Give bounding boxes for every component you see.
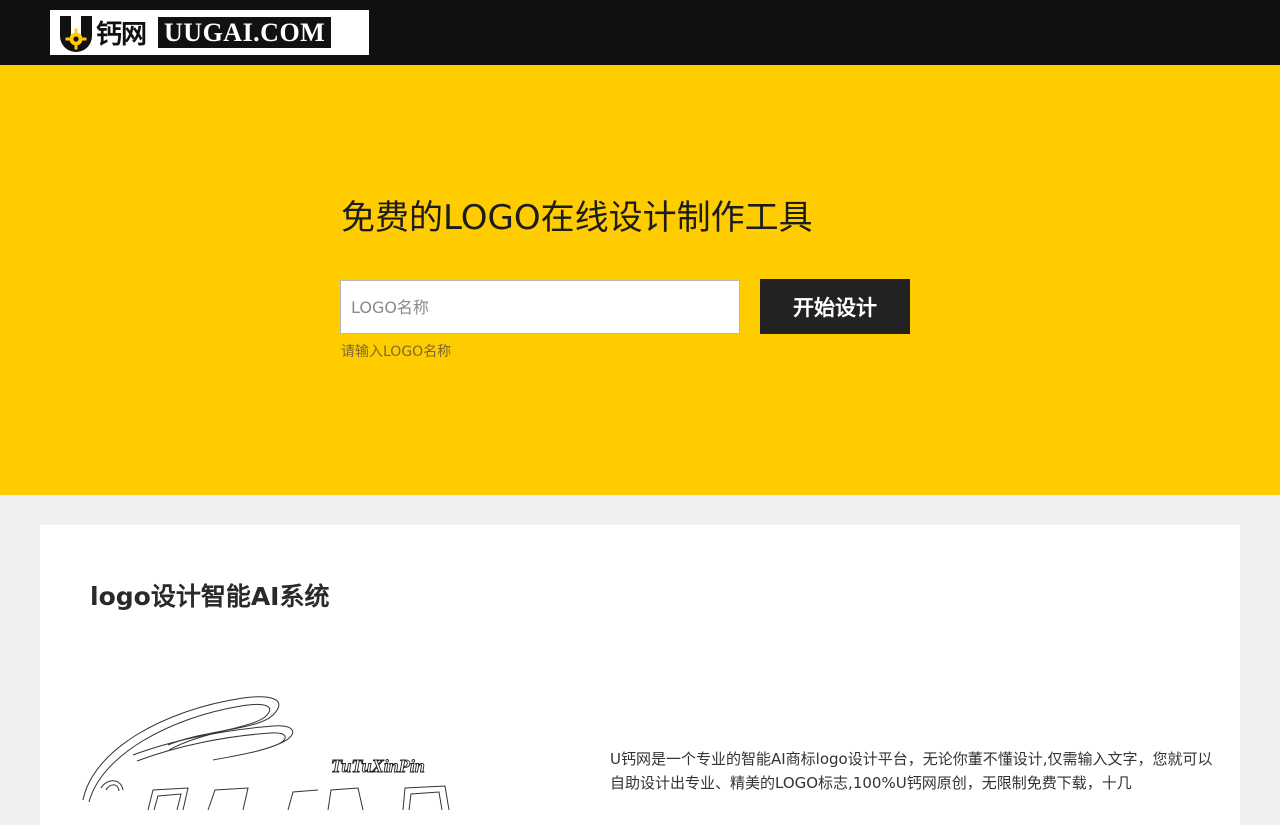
sample-logo-illustration: TuTuXinPin (82, 696, 450, 810)
logo-chinese-text: 钙网 (96, 20, 147, 50)
section-title: logo设计智能AI系统 (90, 582, 330, 611)
top-navigation-bar: 钙网 UUGAI.COM (0, 0, 1280, 65)
input-hint-text: 请输入LOGO名称 (341, 344, 452, 360)
u-gear-logo-icon (60, 15, 92, 52)
content-card: logo设计智能AI系统 TuTuXinPin U钙网是一个专业的智能AI商标l… (40, 525, 1240, 825)
section-description: U钙网是一个专业的智能AI商标logo设计平台，无论你董不懂设计,仅需输入文字，… (610, 750, 1213, 792)
logo-name-input[interactable] (340, 280, 740, 334)
start-design-button[interactable]: 开始设计 (760, 279, 910, 334)
hero-title: 免费的LOGO在线设计制作工具 (341, 198, 813, 238)
illustration-label: TuTuXinPin (331, 756, 425, 776)
site-logo-link[interactable]: 钙网 UUGAI.COM (50, 10, 369, 55)
hero-banner: 免费的LOGO在线设计制作工具 开始设计 请输入LOGO名称 (0, 65, 1280, 495)
logo-domain-text: UUGAI.COM (158, 17, 332, 48)
